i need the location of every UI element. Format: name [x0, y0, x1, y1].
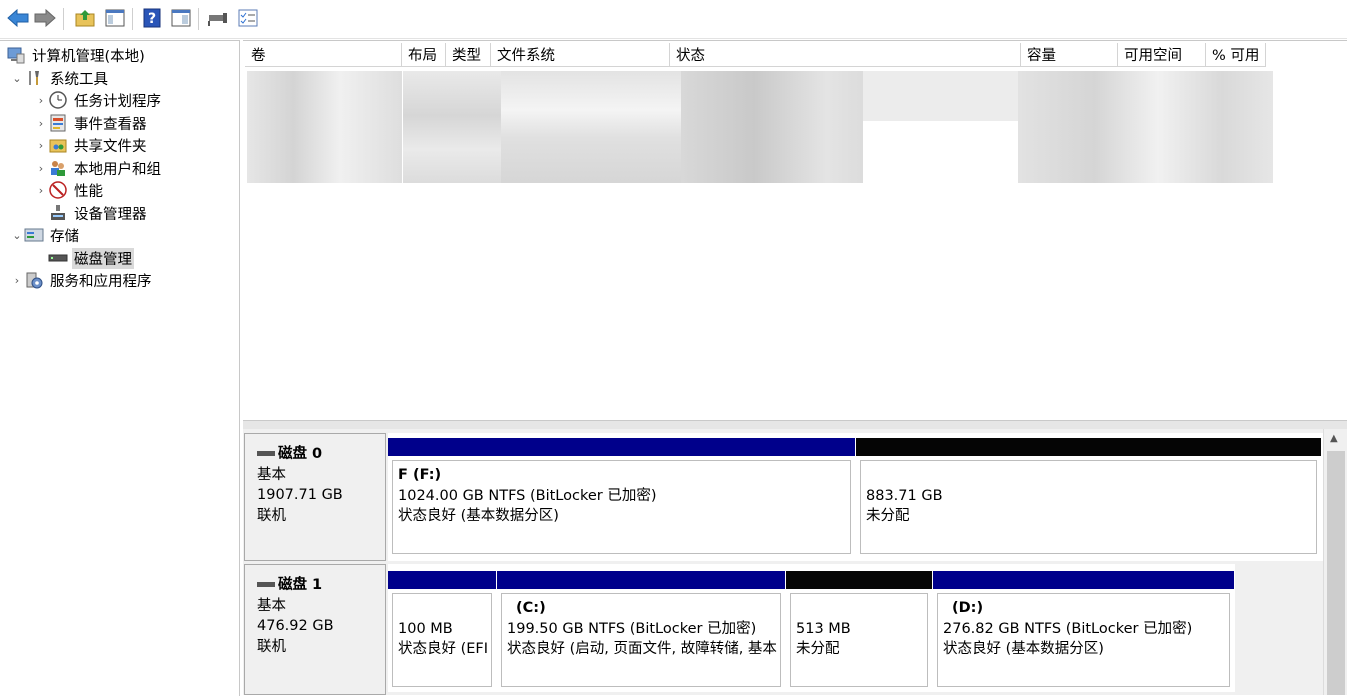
up-folder-icon[interactable]: [73, 6, 97, 30]
performance-icon: [48, 180, 68, 200]
disk-drive-icon: [257, 582, 275, 588]
tree-item-device-manager[interactable]: 设备管理器: [48, 202, 149, 224]
tree-root-label: 计算机管理(本地): [32, 48, 145, 65]
tree-root-computer-management[interactable]: 计算机管理(本地): [6, 44, 147, 66]
partition-f[interactable]: F (F:) 1024.00 GB NTFS (BitLocker 已加密) 状…: [388, 438, 855, 558]
chevron-right-icon[interactable]: ›: [34, 162, 48, 175]
partition-bar: [856, 438, 1321, 456]
chevron-right-icon[interactable]: ›: [34, 94, 48, 107]
properties-icon[interactable]: [169, 6, 193, 30]
tree-item-task-scheduler[interactable]: › 任务计划程序: [34, 89, 163, 111]
disk-1-label[interactable]: 磁盘 1 基本 476.92 GB 联机: [244, 564, 386, 695]
chevron-right-icon[interactable]: ›: [34, 139, 48, 152]
disk-pane-scrollbar[interactable]: ▲: [1323, 429, 1347, 695]
svg-text:?: ?: [148, 11, 156, 27]
services-icon: [24, 270, 44, 290]
column-header-free-space[interactable]: 可用空间: [1118, 43, 1206, 67]
tree-item-disk-management[interactable]: 磁盘管理: [48, 247, 134, 269]
tree-item-system-tools[interactable]: ⌄ 系统工具: [10, 67, 110, 89]
event-viewer-icon: [48, 113, 68, 133]
partition-d[interactable]: (D:) 276.82 GB NTFS (BitLocker 已加密) 状态良好…: [933, 571, 1234, 691]
partition-bar: [388, 438, 855, 456]
disk-0-label[interactable]: 磁盘 0 基本 1907.71 GB 联机: [244, 433, 386, 561]
tree-item-services-apps[interactable]: › 服务和应用程序: [10, 269, 154, 291]
chevron-down-icon[interactable]: ⌄: [10, 229, 24, 242]
disk-map-pane: 磁盘 0 基本 1907.71 GB 联机 F (F:) 1024.00 GB …: [243, 429, 1347, 695]
back-arrow-icon[interactable]: [6, 6, 30, 30]
volume-list: 卷 布局 类型 文件系统 状态 容量 可用空间 % 可用: [243, 40, 1347, 421]
column-header-percent-free[interactable]: % 可用: [1206, 43, 1266, 67]
help-icon[interactable]: ?: [140, 6, 164, 30]
disk-drive-icon: [257, 451, 275, 457]
storage-icon: [24, 225, 44, 245]
column-header-type[interactable]: 类型: [446, 43, 491, 67]
column-header-layout[interactable]: 布局: [402, 43, 446, 67]
chevron-right-icon[interactable]: ›: [10, 274, 24, 287]
tree-item-event-viewer[interactable]: › 事件查看器: [34, 112, 149, 134]
shared-folder-icon: [48, 135, 68, 155]
system-tools-icon: [24, 68, 44, 88]
column-header-capacity[interactable]: 容量: [1021, 43, 1118, 67]
connect-icon[interactable]: [206, 6, 230, 30]
clock-icon: [48, 90, 68, 110]
disk-0-partitions: F (F:) 1024.00 GB NTFS (BitLocker 已加密) 状…: [388, 433, 1323, 561]
partition-c[interactable]: (C:) 199.50 GB NTFS (BitLocker 已加密) 状态良好…: [497, 571, 785, 691]
toolbar: ?: [0, 0, 1347, 39]
show-hide-tree-icon[interactable]: [103, 6, 127, 30]
checklist-icon[interactable]: [236, 6, 260, 30]
column-header-filesystem[interactable]: 文件系统: [491, 43, 670, 67]
column-header-volume[interactable]: 卷: [245, 43, 402, 67]
tree-item-local-users[interactable]: › 本地用户和组: [34, 157, 163, 179]
tree-item-shared-folders[interactable]: › 共享文件夹: [34, 134, 149, 156]
tree-item-storage[interactable]: ⌄ 存储: [10, 224, 81, 246]
partition-efi[interactable]: 100 MB 状态良好 (EFI: [388, 571, 496, 691]
scroll-up-icon[interactable]: ▲: [1330, 433, 1338, 444]
users-group-icon: [48, 158, 68, 178]
chevron-down-icon[interactable]: ⌄: [10, 72, 24, 85]
partition-unallocated-disk1[interactable]: 513 MB 未分配: [786, 571, 932, 691]
partition-unallocated-disk0[interactable]: 883.71 GB 未分配: [856, 438, 1321, 558]
tree-item-performance[interactable]: › 性能: [34, 179, 105, 201]
partition-bar: [786, 571, 932, 589]
device-manager-icon: [48, 203, 68, 223]
chevron-right-icon[interactable]: ›: [34, 184, 48, 197]
scroll-thumb[interactable]: [1327, 451, 1345, 695]
disk-drive-icon: [48, 248, 68, 268]
chevron-right-icon[interactable]: ›: [34, 117, 48, 130]
column-header-status[interactable]: 状态: [670, 43, 1021, 67]
disk-1-partitions: 100 MB 状态良好 (EFI (C:) 199.50 GB NTFS (Bi…: [388, 564, 1235, 692]
forward-arrow-icon[interactable]: [33, 6, 57, 30]
partition-bar: [933, 571, 1234, 589]
computer-management-icon: [6, 45, 26, 65]
navigation-tree: 计算机管理(本地) ⌄ 系统工具 › 任务计划程序 › 事件查看器 › 共享文件…: [0, 40, 240, 696]
partition-bar: [388, 571, 496, 589]
partition-bar: [497, 571, 785, 589]
